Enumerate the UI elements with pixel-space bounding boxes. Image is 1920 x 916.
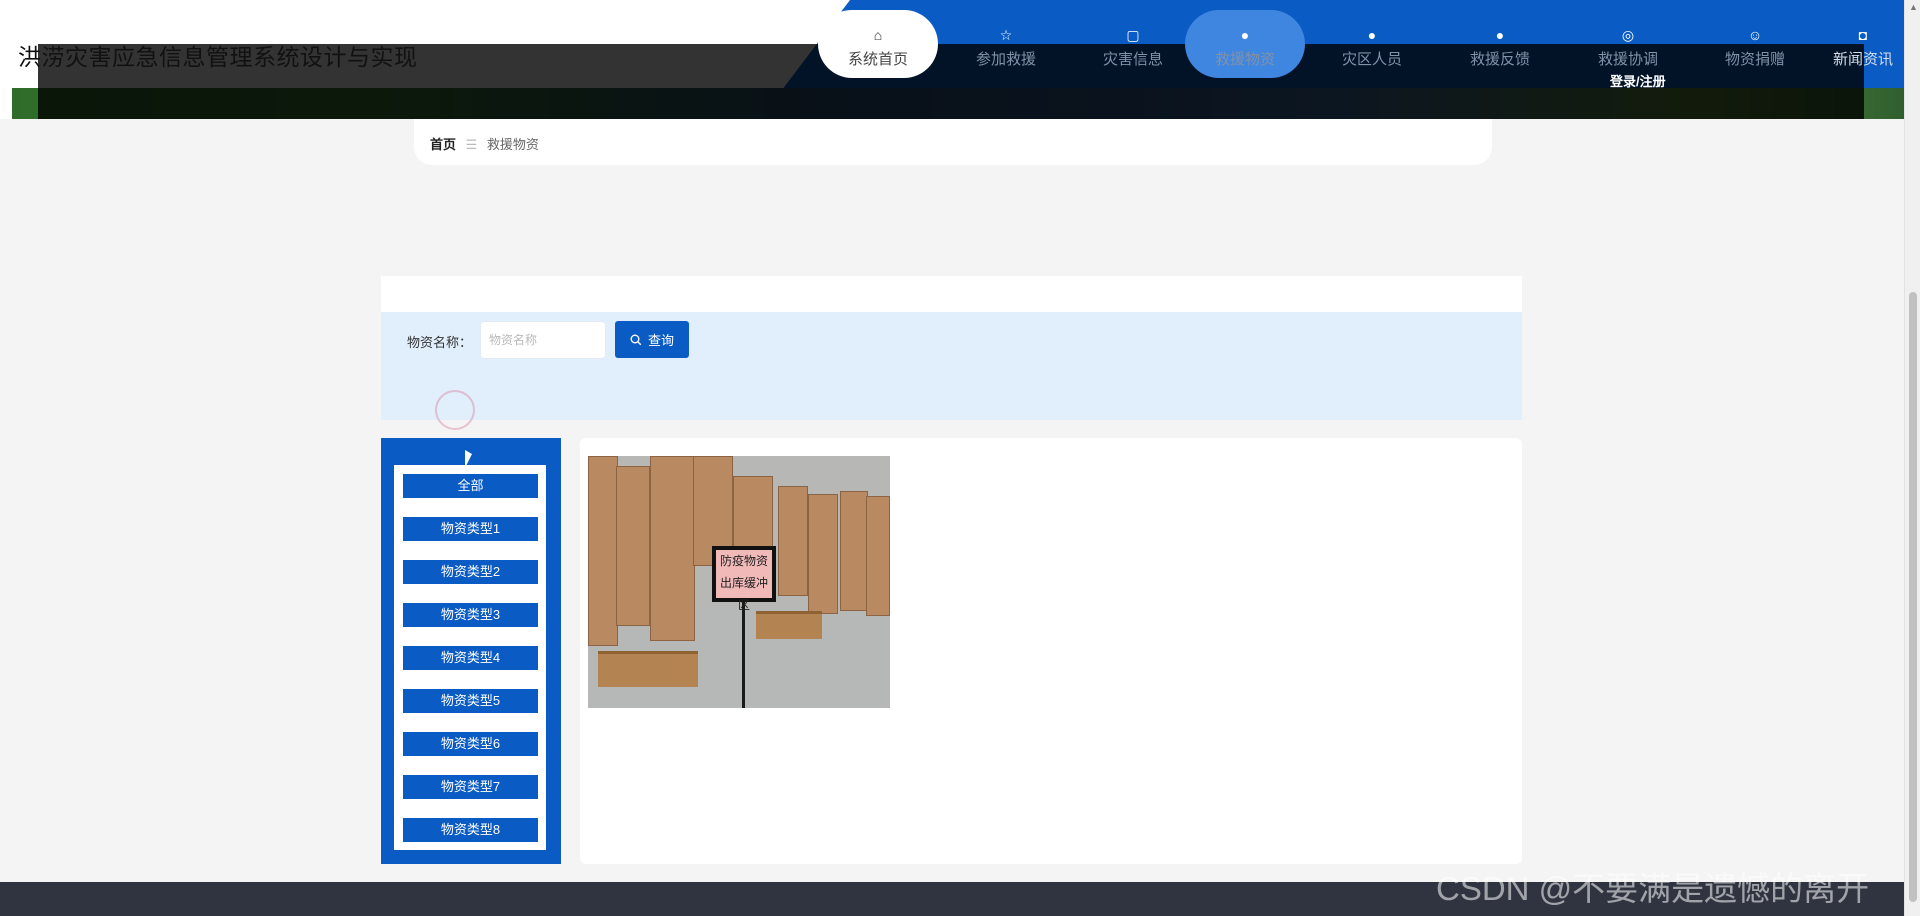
home-icon: ⌂ xyxy=(873,27,883,43)
search-button-label: 查询 xyxy=(647,333,674,348)
box-stack xyxy=(808,494,838,614)
wooden-pallet xyxy=(598,651,698,687)
breadcrumb-home[interactable]: 首页 xyxy=(430,137,456,152)
warehouse-sign: 防疫物资 出库缓冲区 xyxy=(712,546,776,612)
nav-item-rescue-coordination[interactable]: ◎ 救援协调 xyxy=(1568,10,1688,78)
category-item[interactable]: 物资类型4 xyxy=(403,646,538,670)
category-item[interactable]: 物资类型3 xyxy=(403,603,538,627)
category-item[interactable]: 物资类型8 xyxy=(403,818,538,842)
breadcrumb-current: 救援物资 xyxy=(486,137,539,152)
nav-label: 救援物资 xyxy=(1214,51,1275,68)
csdn-watermark: CSDN @不要满是遗憾的离开 xyxy=(1436,870,1870,907)
product-grid: 防疫物资 出库缓冲区 xyxy=(580,438,1522,864)
nav-item-home[interactable]: ⌂ 系统首页 xyxy=(818,10,938,78)
nav-item-news[interactable]: ◘ 新闻资讯 xyxy=(1822,10,1904,78)
nav-label: 灾害信息 xyxy=(1102,51,1163,68)
star-icon: ☆ xyxy=(999,27,1013,43)
site-title: 洪涝灾害应急信息管理系统设计与实现 xyxy=(18,44,418,70)
question-icon: ● xyxy=(1367,27,1377,43)
breadcrumb-separator-icon: ☰ xyxy=(465,137,478,152)
section-strip xyxy=(381,276,1522,312)
product-card-image[interactable]: 防疫物资 出库缓冲区 xyxy=(588,456,890,708)
search-button[interactable]: 查询 xyxy=(615,321,689,358)
breadcrumb: 首页 ☰ 救援物资 xyxy=(430,134,539,153)
search-label: 物资名称： xyxy=(407,335,473,350)
nav-item-rescue-feedback[interactable]: ● 救援反馈 xyxy=(1440,10,1560,78)
search-panel: 物资名称： 查询 xyxy=(381,312,1522,420)
box-stack xyxy=(616,466,650,626)
sign-line-1: 防疫物资 xyxy=(719,554,768,568)
nav-label: 系统首页 xyxy=(847,51,908,68)
nav-item-donation[interactable]: ☺ 物资捐赠 xyxy=(1695,10,1815,78)
target-icon: ◎ xyxy=(1621,27,1635,43)
nav-item-rescue-supplies[interactable]: ● 救援物资 xyxy=(1185,10,1305,78)
page-scrollbar[interactable]: ▲ xyxy=(1904,0,1920,916)
box-stack xyxy=(778,486,808,596)
search-icon xyxy=(630,334,642,345)
login-register-link[interactable]: 登录/注册 xyxy=(1610,71,1666,90)
alert-icon: ● xyxy=(1240,27,1250,43)
scroll-up-arrow-icon[interactable]: ▲ xyxy=(1909,2,1918,12)
camera-icon: ◘ xyxy=(1858,27,1868,43)
category-sidebar: 全部 物资类型1 物资类型2 物资类型3 物资类型4 物资类型5 物资类型6 物… xyxy=(381,438,561,864)
nav-item-disaster-info[interactable]: ▢ 灾害信息 xyxy=(1073,10,1193,78)
category-list: 全部 物资类型1 物资类型2 物资类型3 物资类型4 物资类型5 物资类型6 物… xyxy=(394,465,546,850)
nav-item-join-rescue[interactable]: ☆ 参加救援 xyxy=(946,10,1066,78)
category-item[interactable]: 物资类型2 xyxy=(403,560,538,584)
warehouse-sign-text: 防疫物资 出库缓冲区 xyxy=(716,550,772,612)
category-item[interactable]: 物资类型5 xyxy=(403,689,538,713)
nav-label: 救援协调 xyxy=(1597,51,1658,68)
nav-label: 新闻资讯 xyxy=(1832,51,1893,68)
box-stack xyxy=(840,491,868,611)
bag-icon: ▢ xyxy=(1126,27,1140,43)
sign-line-2: 出库缓冲区 xyxy=(719,576,768,612)
nav-label: 参加救援 xyxy=(975,51,1036,68)
nav-item-affected-people[interactable]: ● 灾区人员 xyxy=(1312,10,1432,78)
supply-name-search-input[interactable] xyxy=(480,321,606,359)
category-item[interactable]: 物资类型7 xyxy=(403,775,538,799)
smile-icon: ☺ xyxy=(1747,27,1763,43)
nav-label: 灾区人员 xyxy=(1341,51,1402,68)
scrollbar-thumb[interactable] xyxy=(1909,292,1917,902)
box-stack xyxy=(650,456,695,641)
breadcrumb-card: 首页 ☰ 救援物资 xyxy=(414,119,1492,165)
mouse-cursor xyxy=(465,450,472,468)
category-all[interactable]: 全部 xyxy=(403,474,538,498)
header: 洪涝灾害应急信息管理系统设计与实现 ⌂ 系统首页 ☆ 参加救援 ▢ 灾害信息 ●… xyxy=(0,0,1904,119)
category-item[interactable]: 物资类型1 xyxy=(403,517,538,541)
nav-label: 救援反馈 xyxy=(1469,51,1530,68)
info-icon: ● xyxy=(1495,27,1505,43)
box-stack xyxy=(588,456,618,646)
box-stack xyxy=(866,496,890,616)
category-item[interactable]: 物资类型6 xyxy=(403,732,538,756)
click-ripple-indicator xyxy=(435,390,475,430)
nav-label: 物资捐赠 xyxy=(1724,51,1785,68)
